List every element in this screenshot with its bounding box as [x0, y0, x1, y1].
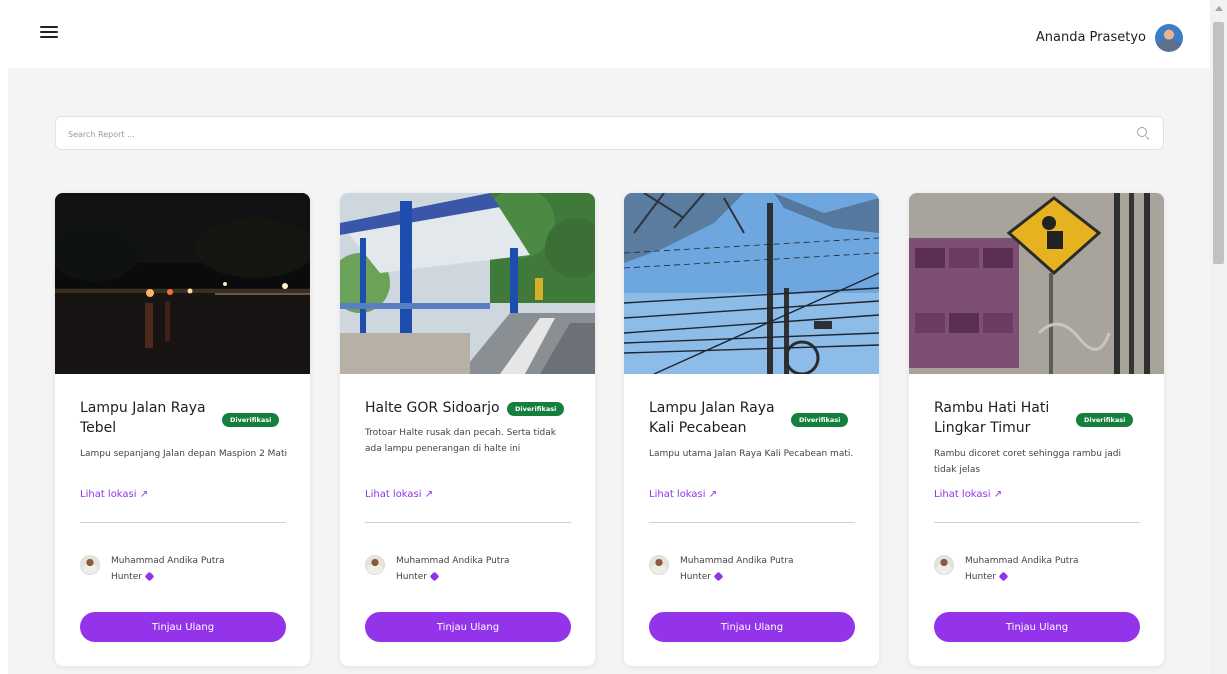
report-title-wrap: Lampu Jalan Raya Kali Pecabean	[649, 398, 789, 438]
report-title-wrap: Rambu Hati Hati Lingkar Timur	[934, 398, 1074, 438]
reporter-rank: Hunter	[680, 572, 711, 582]
review-button[interactable]: Tinjau Ulang	[80, 612, 286, 642]
status-badge: Diverifikasi	[1076, 413, 1134, 427]
reporter-name: Muhammad Andika Putra	[965, 556, 1079, 566]
report-description: Lampu sepanjang Jalan depan Maspion 2 Ma…	[80, 449, 287, 459]
status-badge: Diverifikasi	[222, 413, 280, 427]
report-title: Lampu Jalan Raya Tebel	[80, 400, 206, 436]
report-card: Lampu Jalan Raya Kali Pecabean Diverifik…	[624, 193, 879, 666]
report-photo[interactable]	[624, 193, 879, 374]
view-location-link[interactable]: Lihat lokasi ↗	[649, 489, 717, 500]
search-icon[interactable]	[1137, 127, 1147, 137]
reporter-avatar	[80, 555, 100, 575]
divider	[934, 522, 1140, 523]
report-title: Rambu Hati Hati Lingkar Timur	[934, 400, 1050, 436]
search-bar[interactable]	[55, 116, 1164, 150]
review-button[interactable]: Tinjau Ulang	[934, 612, 1140, 642]
report-photo[interactable]	[909, 193, 1164, 374]
reporter-rank: Hunter	[965, 572, 996, 582]
report-card: Halte GOR Sidoarjo Diverifikasi Trotoar …	[340, 193, 595, 666]
scroll-up-arrow-icon[interactable]	[1215, 6, 1223, 11]
rank-gem-icon	[713, 571, 724, 582]
reporter-info: Muhammad Andika Putra Hunter	[965, 553, 1135, 585]
review-button[interactable]: Tinjau Ulang	[649, 612, 855, 642]
divider	[649, 522, 855, 523]
user-avatar[interactable]	[1155, 24, 1183, 52]
rank-gem-icon	[998, 571, 1009, 582]
view-location-link[interactable]: Lihat lokasi ↗	[80, 489, 148, 500]
report-description: Lampu utama Jalan Raya Kali Pecabean mat…	[649, 449, 854, 459]
reporter-info: Muhammad Andika Putra Hunter	[111, 553, 281, 585]
reporter-info: Muhammad Andika Putra Hunter	[396, 553, 566, 585]
report-card: Rambu Hati Hati Lingkar Timur Diverifika…	[909, 193, 1164, 666]
scrollbar-thumb[interactable]	[1213, 22, 1224, 264]
report-title: Lampu Jalan Raya Kali Pecabean	[649, 400, 775, 436]
top-bar: Ananda Prasetyo	[0, 0, 1210, 68]
view-location-link[interactable]: Lihat lokasi ↗	[934, 489, 1002, 500]
reporter-rank: Hunter	[396, 572, 427, 582]
report-card: Lampu Jalan Raya Tebel Diverifikasi Lamp…	[55, 193, 310, 666]
reporter-rank: Hunter	[111, 572, 142, 582]
report-description: Rambu dicoret coret sehingga rambu jadi …	[934, 449, 1122, 475]
status-badge: Diverifikasi	[507, 402, 565, 416]
reporter-avatar	[649, 555, 669, 575]
report-title-wrap: Lampu Jalan Raya Tebel	[80, 398, 220, 438]
status-badge: Diverifikasi	[791, 413, 849, 427]
user-name[interactable]: Ananda Prasetyo	[1036, 30, 1146, 45]
search-input[interactable]	[68, 125, 1108, 143]
report-photo[interactable]	[340, 193, 595, 374]
rank-gem-icon	[144, 571, 155, 582]
reporter-avatar	[365, 555, 385, 575]
rank-gem-icon	[429, 571, 440, 582]
page-scrollbar[interactable]	[1210, 0, 1227, 674]
reporter-name: Muhammad Andika Putra	[680, 556, 794, 566]
view-location-link[interactable]: Lihat lokasi ↗	[365, 489, 433, 500]
report-photo[interactable]	[55, 193, 310, 374]
report-description: Trotoar Halte rusak dan pecah. Serta tid…	[365, 428, 556, 454]
reporter-name: Muhammad Andika Putra	[396, 556, 510, 566]
reporter-name: Muhammad Andika Putra	[111, 556, 225, 566]
hamburger-menu-icon[interactable]	[40, 26, 58, 42]
review-button[interactable]: Tinjau Ulang	[365, 612, 571, 642]
reporter-info: Muhammad Andika Putra Hunter	[680, 553, 850, 585]
divider	[80, 522, 286, 523]
divider	[365, 522, 571, 523]
reporter-avatar	[934, 555, 954, 575]
